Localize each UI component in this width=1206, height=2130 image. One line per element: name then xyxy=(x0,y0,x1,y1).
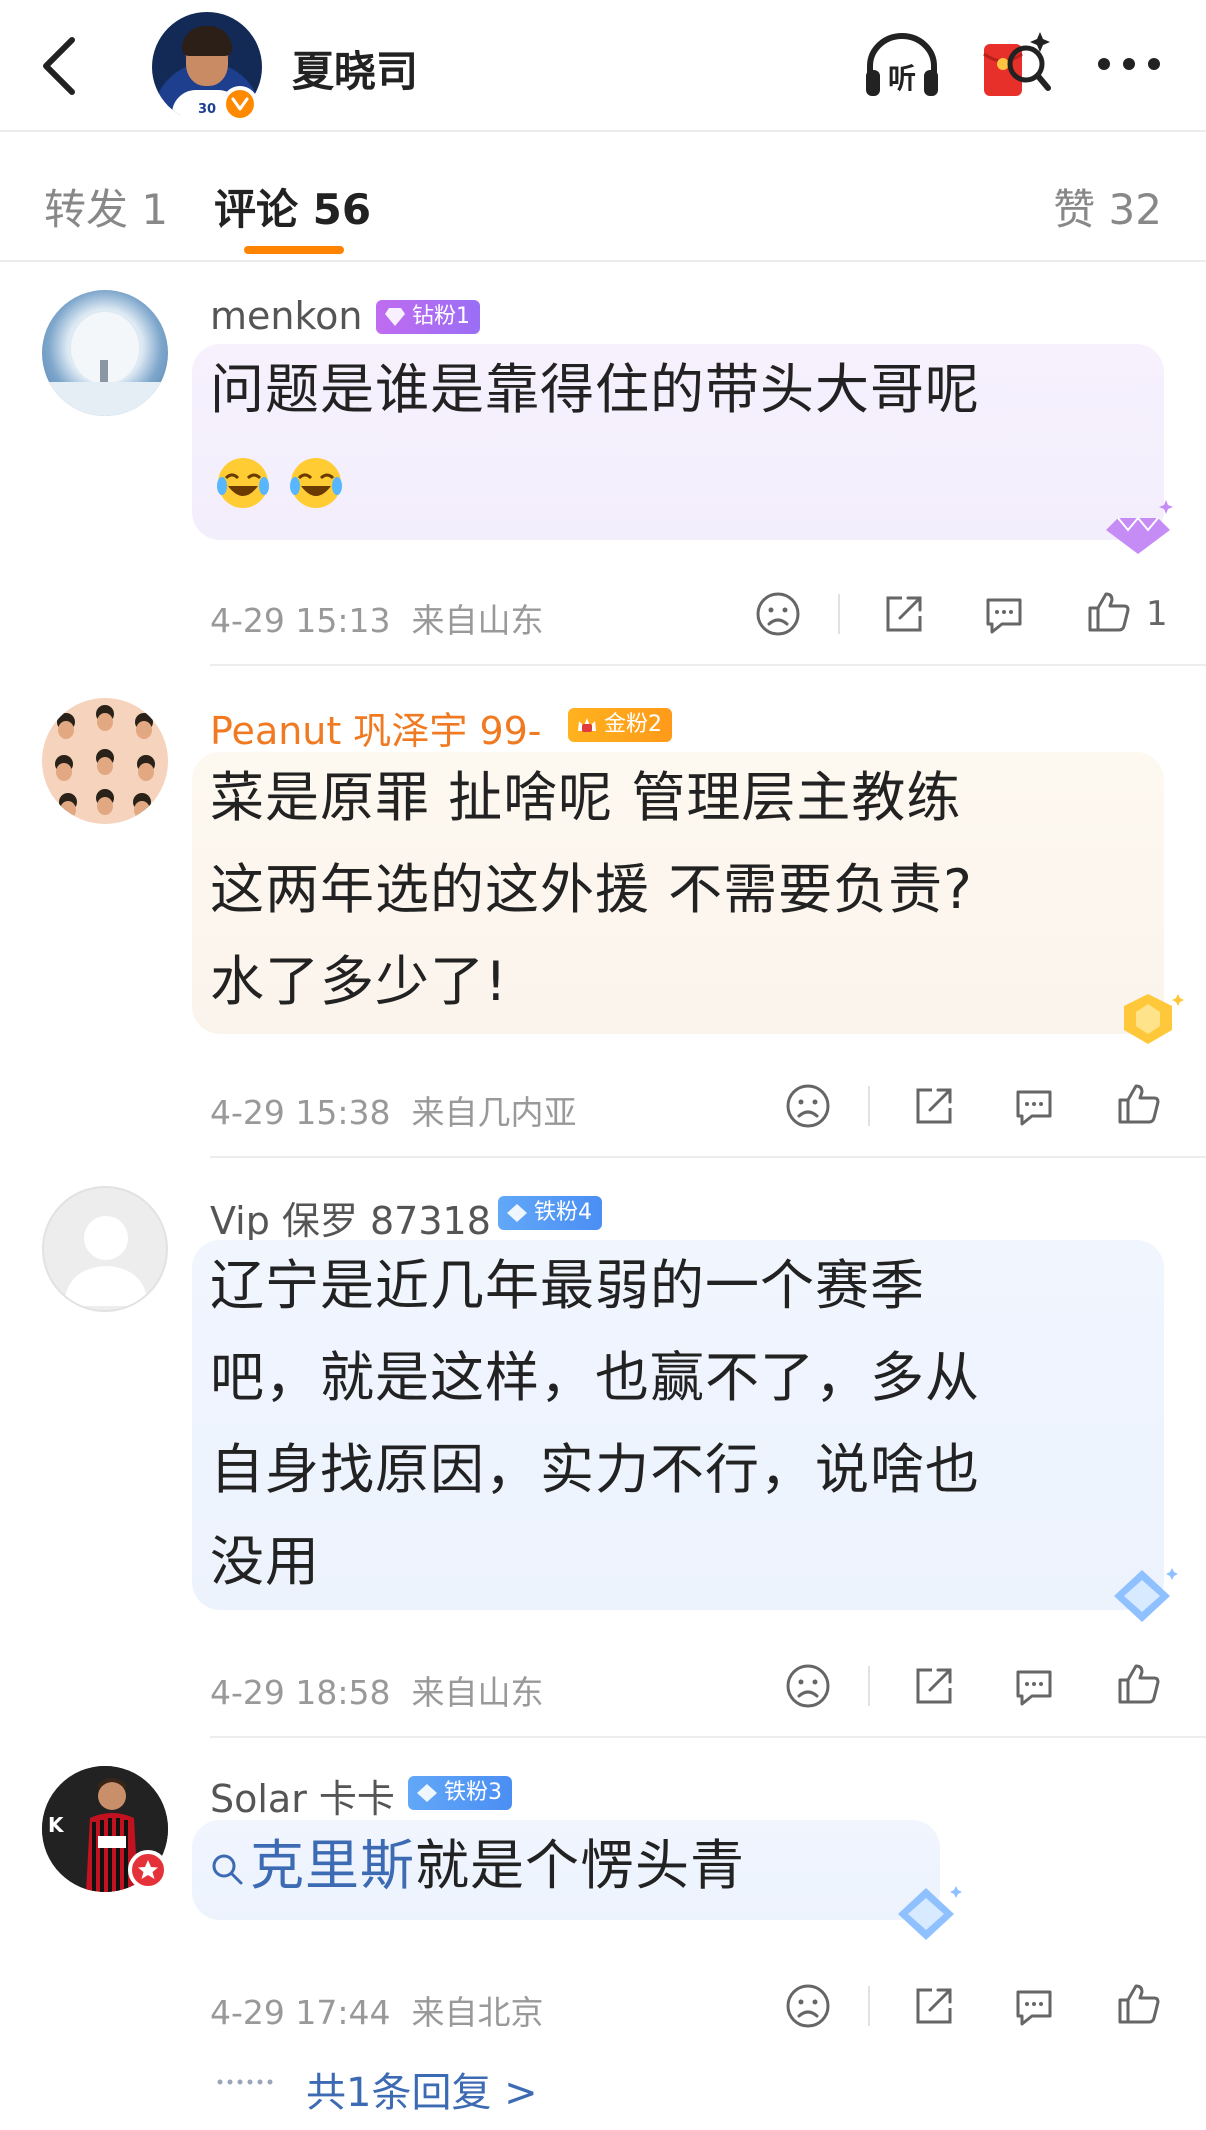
like-thumb-icon[interactable] xyxy=(1114,1660,1162,1708)
frown-reaction-icon[interactable] xyxy=(784,1082,832,1130)
fan-badge-label: 钻粉1 xyxy=(412,304,470,329)
comment-text-line: 水了多少了! xyxy=(210,950,508,1013)
commenter-avatar[interactable] xyxy=(42,1186,168,1312)
comment-text-line: 辽宁是近几年最弱的一个赛季 xyxy=(210,1254,925,1317)
commenter-name[interactable]: Vip 保罗 87318 xyxy=(210,1190,491,1245)
commenter-name[interactable]: menkon xyxy=(210,294,362,338)
fan-badge-label: 铁粉4 xyxy=(534,1200,592,1225)
comment-divider xyxy=(210,1156,1206,1158)
comment-meta: 4-29 17:44 来自北京 xyxy=(210,1986,543,2034)
comment-text-line: 菜是原罪 扯啥呢 管理层主教练 xyxy=(210,766,962,829)
comment-text: 就是个愣头青 xyxy=(415,1834,745,1897)
comment-text-line: 自身找原因，实力不行，说啥也 xyxy=(210,1438,980,1501)
crown-badge-icon xyxy=(578,718,596,732)
tab-comments[interactable]: 评论 56 xyxy=(214,176,371,237)
frown-reaction-icon[interactable] xyxy=(784,1662,832,1710)
comment-text-line: 吧，就是这样，也赢不了，多从 xyxy=(210,1346,980,1409)
like-thumb-icon[interactable] xyxy=(1084,588,1132,636)
back-arrow-icon[interactable] xyxy=(36,34,88,98)
comment-meta: 4-29 15:13 来自山东 xyxy=(210,594,543,642)
like-thumb-icon[interactable] xyxy=(1114,1080,1162,1128)
laugh-cry-emoji xyxy=(217,458,269,508)
commenter-name[interactable]: Solar 卡卡 xyxy=(210,1768,395,1823)
comment-text: 问题是谁是靠得住的带头大哥呢 xyxy=(210,358,980,421)
fan-badge[interactable]: 铁粉3 xyxy=(408,1776,512,1810)
comment-divider xyxy=(210,1736,1206,1738)
comment-reply-icon[interactable] xyxy=(1010,1082,1058,1130)
comment-timestamp: 4-29 15:13 xyxy=(210,601,391,640)
share-icon[interactable] xyxy=(910,1982,958,2030)
comment-text-line: 没用 xyxy=(210,1530,320,1593)
reply-dots-icon xyxy=(217,2079,273,2085)
verified-badge-icon xyxy=(222,86,258,122)
comment-timestamp: 4-29 18:58 xyxy=(210,1673,391,1712)
commenter-avatar[interactable] xyxy=(42,698,168,824)
diamond-fan-decoration-icon xyxy=(1106,500,1173,554)
like-thumb-icon[interactable] xyxy=(1114,1980,1162,2028)
laugh-cry-emoji xyxy=(290,458,343,508)
diamond-gem-icon xyxy=(385,308,405,326)
share-icon[interactable] xyxy=(910,1662,958,1710)
red-packet-search-icon[interactable] xyxy=(980,26,1052,106)
author-name[interactable]: 夏晓司 xyxy=(292,38,418,99)
commenter-avatar[interactable] xyxy=(42,290,168,416)
fan-badge[interactable]: 钻粉1 xyxy=(376,300,480,334)
view-replies-link[interactable]: 共1条回复 > xyxy=(306,2060,538,2118)
topic-search-icon xyxy=(212,1854,243,1885)
comment-text-line: 这两年选的这外援 不需要负责? xyxy=(210,858,973,921)
frown-reaction-icon[interactable] xyxy=(784,1982,832,2030)
listen-label: 听 xyxy=(888,62,916,95)
tab-likes[interactable]: 赞 32 xyxy=(1053,176,1162,237)
fan-badge-label: 铁粉3 xyxy=(444,1780,502,1805)
iron-gem-icon xyxy=(507,1204,527,1222)
share-icon[interactable] xyxy=(910,1082,958,1130)
comment-bubble: 克里斯就是个愣头青 xyxy=(192,1820,940,1920)
fan-badge-label: 金粉2 xyxy=(604,712,662,737)
frown-reaction-icon[interactable] xyxy=(754,590,802,638)
comment-timestamp: 4-29 17:44 xyxy=(210,1993,391,2032)
comment-bubble: 菜是原罪 扯啥呢 管理层主教练 这两年选的这外援 不需要负责? 水了多少了! xyxy=(192,752,1164,1034)
like-count: 1 xyxy=(1146,594,1168,634)
topic-link[interactable]: 克里斯 xyxy=(250,1834,415,1897)
comment-meta: 4-29 18:58 来自山东 xyxy=(210,1666,543,1714)
comment-location: 来自北京 xyxy=(411,1993,544,2032)
fan-badge[interactable]: 铁粉4 xyxy=(498,1196,602,1230)
comment-bubble: 问题是谁是靠得住的带头大哥呢 xyxy=(192,344,1164,540)
comment-reply-icon[interactable] xyxy=(1010,1982,1058,2030)
comment-meta: 4-29 15:38 来自几内亚 xyxy=(210,1086,576,1134)
iron-gem-icon xyxy=(417,1784,437,1802)
comment-location: 来自几内亚 xyxy=(411,1093,577,1132)
iron-fan-decoration-icon xyxy=(1114,1568,1178,1622)
svg-text:K: K xyxy=(48,1813,65,1837)
comment-reply-icon[interactable] xyxy=(1010,1662,1058,1710)
comment-timestamp: 4-29 15:38 xyxy=(210,1093,391,1132)
comment-bubble: 辽宁是近几年最弱的一个赛季 吧，就是这样，也赢不了，多从 自身找原因，实力不行，… xyxy=(192,1240,1164,1610)
comment-location: 来自山东 xyxy=(411,1673,544,1712)
listen-headphones-icon[interactable]: 听 xyxy=(862,30,942,100)
comment-reply-icon[interactable] xyxy=(980,590,1028,638)
active-tab-indicator xyxy=(244,246,344,254)
comment-divider xyxy=(210,664,1206,666)
comment-location: 来自山东 xyxy=(411,601,544,640)
share-icon[interactable] xyxy=(880,590,928,638)
more-options-icon[interactable] xyxy=(1094,52,1164,76)
iron-fan-decoration-icon xyxy=(898,1886,962,1940)
vip-badge-icon xyxy=(128,1850,168,1890)
top-bar: 30 夏晓司 听 xyxy=(0,0,1206,132)
tab-forward[interactable]: 转发 1 xyxy=(44,176,168,237)
gold-fan-decoration-icon xyxy=(1124,994,1184,1044)
fan-badge[interactable]: 金粉2 xyxy=(568,708,672,742)
tab-bar: 转发 1 评论 56 赞 32 xyxy=(0,134,1206,262)
commenter-name[interactable]: Peanut 巩泽宇 99- xyxy=(210,700,542,755)
